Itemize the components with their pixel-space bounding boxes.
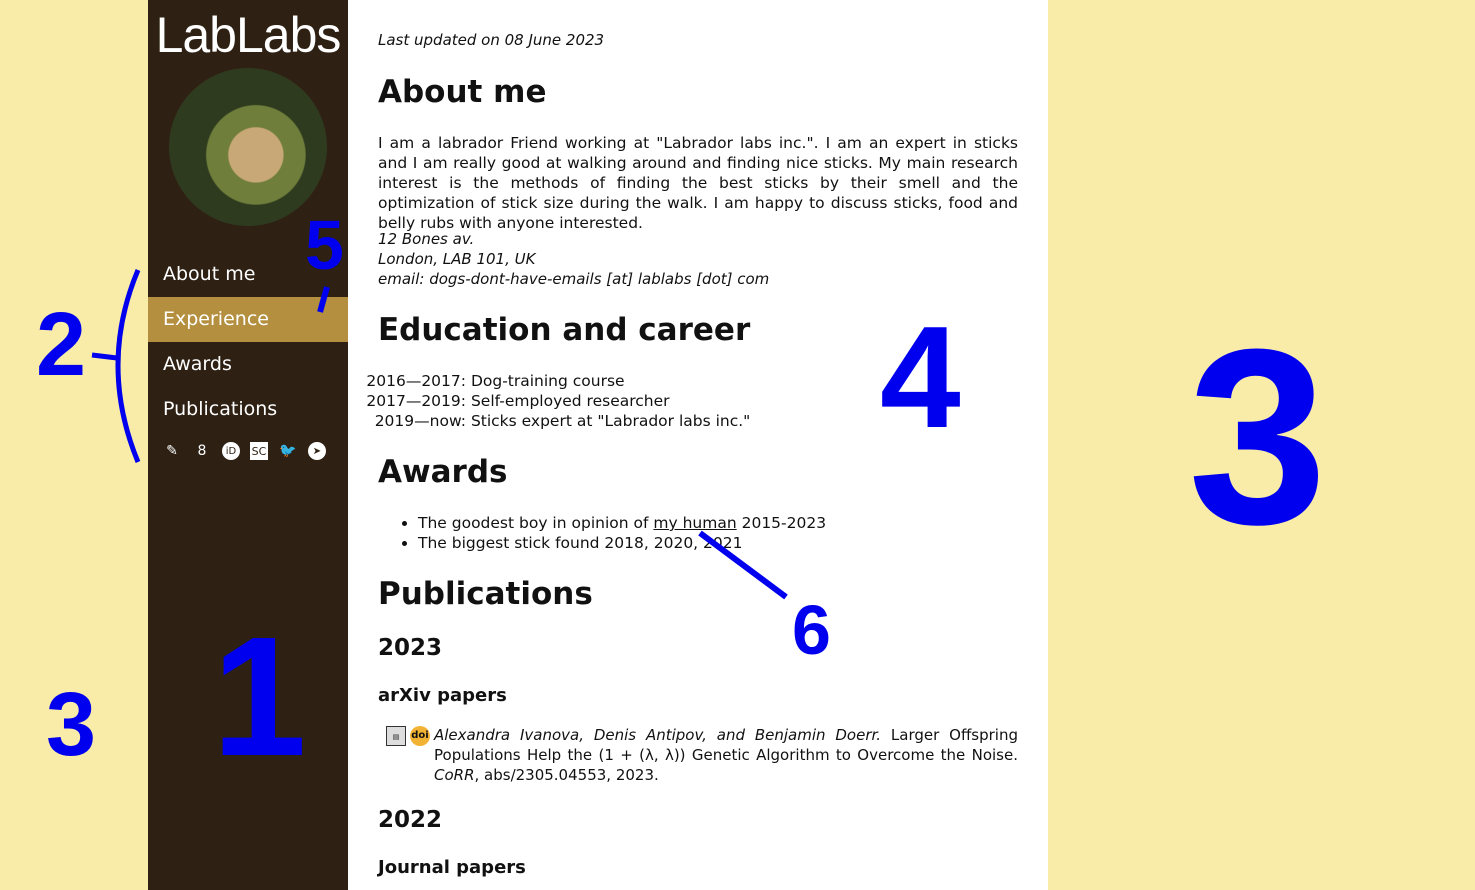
- about-title: About me: [378, 74, 547, 110]
- career-list: 2016—2017: Dog-training course 2017—2019…: [366, 371, 750, 431]
- career-years: 2019—now:: [374, 412, 466, 430]
- year-heading: 2022: [378, 807, 443, 833]
- twitter-icon[interactable]: 🐦: [278, 440, 298, 462]
- career-desc: Dog-training course: [470, 372, 625, 390]
- awards-title: Awards: [378, 454, 508, 490]
- awards-list: The goodest boy in opinion of my human 2…: [378, 513, 826, 553]
- nav-experience[interactable]: Experience: [148, 297, 348, 342]
- telegram-icon[interactable]: ➤: [308, 442, 326, 460]
- career-years: 2016—2017:: [366, 372, 466, 390]
- annotation-6: 6: [792, 591, 831, 669]
- career-row: 2019—now: Sticks expert at "Labrador lab…: [366, 411, 751, 431]
- nav-awards[interactable]: Awards: [148, 342, 348, 387]
- annotation-3-right: 3: [1188, 297, 1328, 576]
- award-text: The biggest stick found 2018, 2020, 2021: [418, 534, 743, 552]
- career-row: 2017—2019: Self-employed researcher: [366, 391, 750, 411]
- about-text: I am a labrador Friend working at "Labra…: [378, 134, 1018, 232]
- year-heading: 2023: [378, 635, 443, 661]
- google-scholar-icon[interactable]: 8: [192, 440, 212, 462]
- site-logo[interactable]: LabLabs: [148, 6, 348, 64]
- bracket-tick: [91, 352, 118, 361]
- my-human-link[interactable]: my human: [653, 514, 736, 532]
- pub-authors: Alexandra Ivanova, Denis Antipov, and Be…: [434, 726, 882, 744]
- last-updated: Last updated on 08 June 2023: [378, 31, 605, 49]
- annotation-5: 5: [305, 206, 344, 284]
- career-desc: Sticks expert at "Labrador labs inc.": [470, 412, 751, 430]
- award-item: The biggest stick found 2018, 2020, 2021: [418, 533, 826, 553]
- avatar: [169, 68, 327, 226]
- annotation-1: 1: [212, 602, 307, 792]
- annotation-3-left: 3: [46, 675, 97, 775]
- address-line: London, LAB 101, UK: [378, 250, 536, 268]
- publications-title: Publications: [378, 576, 593, 612]
- award-text: The goodest boy in opinion of: [418, 514, 649, 532]
- annotation-4: 4: [880, 296, 961, 458]
- career-years: 2017—2019:: [366, 392, 466, 410]
- pub-venue: CoRR: [434, 766, 475, 784]
- email-line: email: dogs-dont-have-emails [at] lablab…: [378, 270, 770, 288]
- bracket-annotation: [115, 269, 141, 463]
- award-item: The goodest boy in opinion of my human 2…: [418, 513, 826, 533]
- orcid-icon[interactable]: iD: [222, 442, 240, 460]
- dblp-icon[interactable]: ✎: [162, 440, 182, 462]
- social-links: ✎ 8 iD SC 🐦 ➤: [162, 440, 326, 462]
- award-years: 2015-2023: [741, 514, 827, 532]
- education-title: Education and career: [378, 312, 751, 348]
- semantic-scholar-icon[interactable]: SC: [250, 442, 268, 460]
- career-desc: Self-employed researcher: [470, 392, 670, 410]
- publication-entry: ▤ doi Alexandra Ivanova, Denis Antipov, …: [386, 725, 1018, 785]
- annotation-2: 2: [36, 295, 87, 395]
- doi-icon[interactable]: doi: [410, 726, 430, 746]
- arxiv-icon[interactable]: ▤: [386, 726, 406, 746]
- nav-publications[interactable]: Publications: [148, 387, 348, 432]
- journal-heading: Journal papers: [378, 857, 526, 878]
- address-line: 12 Bones av.: [378, 230, 475, 248]
- career-row: 2016—2017: Dog-training course: [366, 371, 750, 391]
- arxiv-heading: arXiv papers: [378, 685, 507, 706]
- address-block: 12 Bones av. London, LAB 101, UK email: …: [378, 229, 769, 289]
- pub-details: , abs/2305.04553, 2023.: [474, 766, 659, 784]
